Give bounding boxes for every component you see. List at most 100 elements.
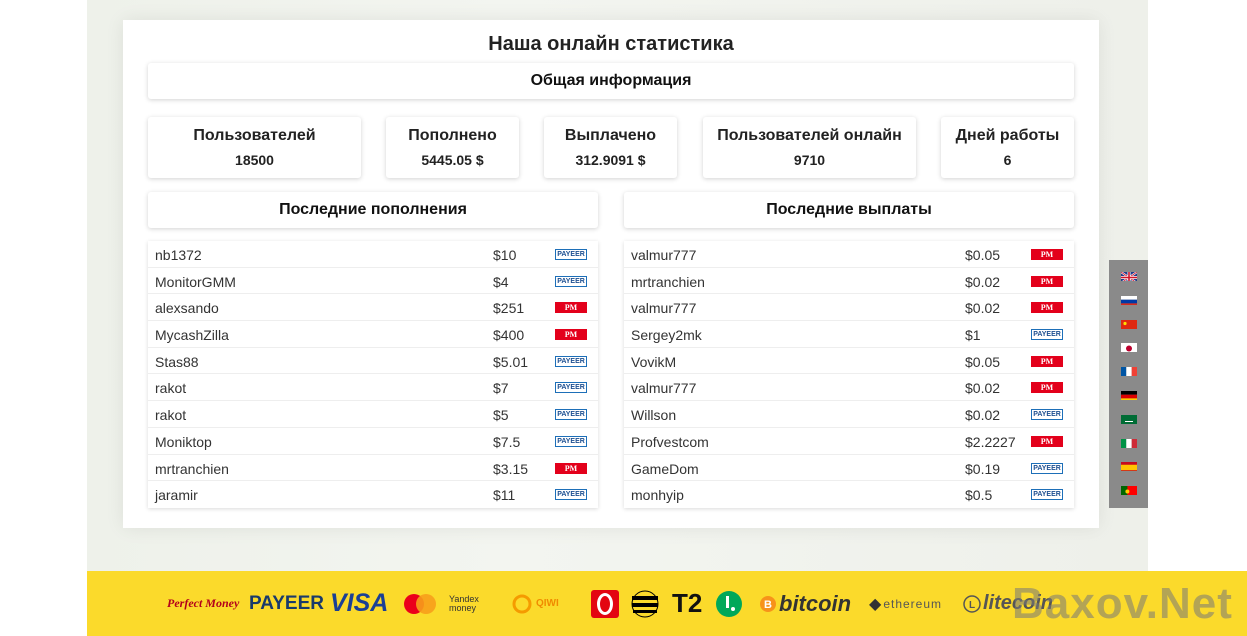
perfect-money-icon: PM: [1031, 355, 1063, 367]
username: valmur777: [631, 380, 697, 397]
general-info-header: Общая информация: [148, 63, 1074, 99]
perfect-money-icon: PM: [1031, 435, 1063, 447]
stat-label: Выплачено: [564, 127, 657, 144]
deposits-header: Последние пополнения: [148, 192, 598, 228]
amount: $1: [965, 327, 981, 344]
ethereum-icon: ◆: [869, 595, 882, 613]
amount: $5: [493, 407, 509, 424]
svg-text:L: L: [969, 600, 975, 611]
payeer-icon: PAYEER: [555, 382, 587, 394]
stat-label: Пользователей онлайн: [717, 127, 902, 144]
username: nb1372: [155, 247, 202, 263]
flag-cn-icon[interactable]: [1121, 318, 1137, 329]
username: VovikM: [631, 353, 677, 370]
megafon-logo: [715, 571, 743, 636]
table-row: Stas88 $5.01 PAYEER: [148, 348, 598, 375]
watermark: Baxov.Net: [1012, 579, 1233, 628]
table-row: MycashZilla $400 PM: [148, 321, 598, 348]
amount: $0.5: [965, 487, 993, 504]
amount: $11: [493, 487, 516, 504]
table-row: mrtranchien $0.02 PM: [624, 268, 1074, 295]
table-row: VovikM $0.05 PM: [624, 348, 1074, 375]
flag-es-icon[interactable]: [1121, 460, 1137, 472]
stat-card-days: Дней работы 6: [941, 117, 1074, 178]
deposits-list: nb1372 $10 PAYEER MonitorGMM $4 PAYEER alexsan…: [148, 241, 598, 508]
visa-logo: VISA: [330, 589, 389, 617]
table-row: mrtranchien $3.15 PM: [148, 455, 598, 482]
stat-card-paid: Выплачено 312.9091 $: [544, 117, 677, 178]
bitcoin-logo: B bitcoin: [759, 571, 851, 636]
stat-value: 5445.05 $: [421, 152, 484, 168]
stat-card-deposited: Пополнено 5445.05 $: [386, 117, 519, 178]
amount: $10: [493, 247, 517, 263]
perfect-money-icon: PM: [555, 462, 587, 474]
table-row: Sergey2mk $1 PAYEER: [624, 321, 1074, 348]
username: mrtranchien: [631, 273, 705, 290]
mastercard-logo: [402, 571, 438, 636]
amount: $0.05: [965, 353, 1001, 370]
flag-it-icon[interactable]: [1121, 437, 1137, 448]
stat-card-users: Пользователей 18500: [148, 117, 361, 178]
payouts-list: valmur777 $0.05 PM mrtranchien $0.02 PM valmur…: [624, 241, 1074, 508]
flag-sa-icon[interactable]: [1121, 413, 1137, 424]
flag-pt-icon[interactable]: [1121, 484, 1137, 496]
username: jaramir: [155, 487, 198, 504]
payeer-icon: PAYEER: [555, 409, 587, 421]
amount: $0.05: [965, 247, 1001, 263]
payeer-icon: PAYEER: [555, 249, 587, 260]
table-row: valmur777 $0.02 PM: [624, 294, 1074, 322]
ethereum-logo: ◆ ethereum: [869, 595, 943, 613]
username: Willson: [631, 407, 677, 424]
perfect-money-icon: PM: [555, 302, 587, 314]
yandex-money-logo: Yandex money: [449, 593, 479, 613]
table-row: GameDom $0.19 PAYEER: [624, 455, 1074, 482]
qiwi-logo: QIWI: [511, 571, 559, 636]
amount: $400: [493, 327, 525, 344]
amount: $0.02: [965, 380, 1001, 397]
amount: $0.02: [965, 407, 1001, 424]
username: alexsando: [155, 300, 219, 317]
flag-jp-icon[interactable]: [1121, 341, 1137, 353]
username: mrtranchien: [155, 460, 229, 477]
stat-label: Пользователей: [193, 127, 316, 144]
statistics-panel: Наша онлайн статистика Общая информация …: [123, 20, 1099, 528]
table-row: rakot $5 PAYEER: [148, 401, 598, 428]
amount: $3.15: [493, 460, 529, 477]
payouts-header: Последние выплаты: [624, 192, 1074, 228]
stat-value: 9710: [793, 152, 826, 168]
username: rakot: [155, 407, 187, 424]
stat-value: 312.9091 $: [575, 152, 646, 168]
stat-value: 18500: [235, 152, 274, 168]
perfect-money-logo: Perfect Money: [167, 596, 240, 610]
amount: $251: [493, 300, 525, 317]
payeer-icon: PAYEER: [555, 489, 587, 501]
table-row: jaramir $11 PAYEER: [148, 481, 598, 508]
amount: $0.19: [965, 460, 1001, 477]
username: rakot: [155, 380, 187, 397]
payeer-logo: PAYEER: [249, 592, 324, 614]
table-row: alexsando $251 PM: [148, 294, 598, 322]
stat-label: Дней работы: [955, 127, 1060, 144]
username: Profvestcom: [631, 433, 709, 450]
table-row: Profvestcom $2.2227 PM: [624, 428, 1074, 455]
username: MonitorGMM: [155, 273, 236, 290]
payeer-icon: PAYEER: [1031, 329, 1063, 341]
username: valmur777: [631, 247, 697, 263]
mts-logo: [591, 571, 619, 636]
payeer-icon: PAYEER: [555, 355, 587, 367]
flag-fr-icon[interactable]: [1121, 365, 1137, 377]
perfect-money-icon: PM: [555, 329, 587, 341]
language-selector: [1109, 260, 1148, 508]
table-row: valmur777 $0.02 PM: [624, 374, 1074, 402]
username: GameDom: [631, 460, 699, 477]
flag-ru-icon[interactable]: [1121, 294, 1137, 305]
table-row: nb1372 $10 PAYEER: [148, 241, 598, 268]
payeer-icon: PAYEER: [1031, 462, 1063, 474]
amount: $0.02: [965, 273, 1001, 290]
flag-de-icon[interactable]: [1121, 389, 1137, 400]
payeer-icon: PAYEER: [555, 275, 587, 287]
stat-label: Пополнено: [408, 127, 497, 144]
perfect-money-icon: PM: [1031, 275, 1063, 287]
amount: $7.5: [493, 433, 521, 450]
flag-uk-icon[interactable]: [1121, 270, 1137, 281]
